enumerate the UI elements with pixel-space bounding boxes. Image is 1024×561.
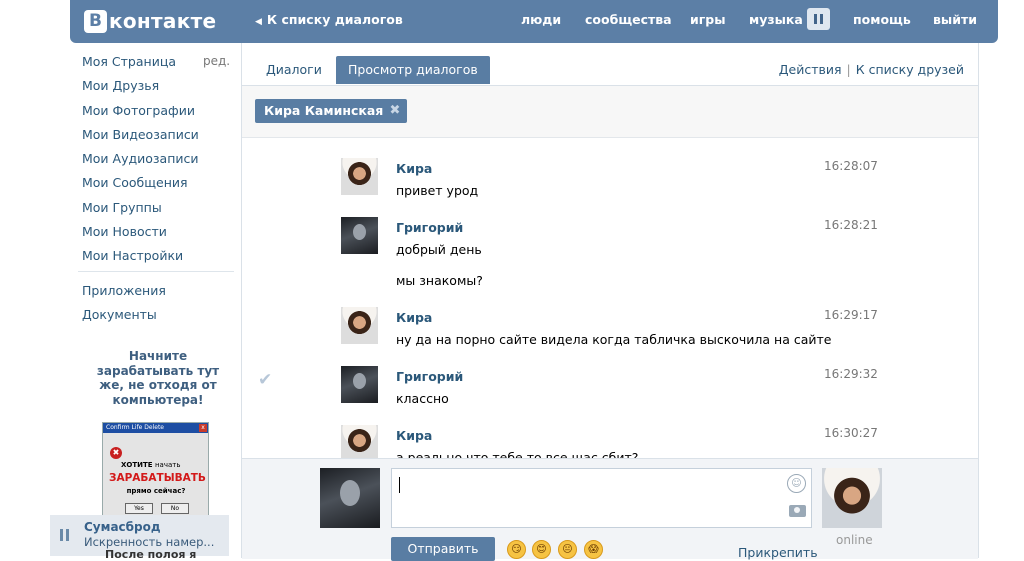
message-author[interactable]: Кира bbox=[396, 310, 432, 325]
message-time: 16:30:27 bbox=[824, 426, 878, 440]
error-icon: ✖ bbox=[110, 447, 122, 459]
wink-emoji-icon[interactable]: 😏 bbox=[507, 540, 526, 559]
sidebar-item-documents[interactable]: Документы bbox=[82, 305, 232, 329]
text-caret bbox=[399, 477, 400, 493]
sidebar-item-settings[interactable]: Мои Настройки bbox=[82, 246, 232, 270]
smile-emoji-icon[interactable]: 😊 bbox=[532, 540, 551, 559]
avatar[interactable] bbox=[341, 425, 378, 458]
tab-view-dialogs[interactable]: Просмотр диалогов bbox=[336, 56, 490, 84]
actions-bar: Действия | К списку друзей bbox=[779, 62, 964, 77]
message-time: 16:29:32 bbox=[824, 367, 878, 381]
sidebar-item-videos[interactable]: Мои Видеозаписи bbox=[82, 125, 232, 149]
peer-avatar[interactable] bbox=[822, 468, 882, 528]
pause-icon[interactable] bbox=[60, 529, 72, 544]
message-time: 16:28:07 bbox=[824, 159, 878, 173]
message-time: 16:28:21 bbox=[824, 218, 878, 232]
message-author[interactable]: Кира bbox=[396, 428, 432, 443]
message-author[interactable]: Григорий bbox=[396, 220, 463, 235]
nav-people[interactable]: люди bbox=[521, 12, 561, 27]
back-to-dialogs-link[interactable]: ◀ К списку диалогов bbox=[255, 12, 403, 27]
music-pause-button[interactable] bbox=[807, 8, 830, 30]
read-check-icon: ✔ bbox=[258, 370, 273, 390]
ad-line1: ХОТИТЕ начать bbox=[121, 461, 181, 469]
message-text: добрый день bbox=[396, 242, 482, 257]
ad-title[interactable]: Начните зарабатывать тут же, не отходя о… bbox=[90, 349, 226, 407]
close-icon: x bbox=[199, 424, 207, 432]
message-text: мы знакомы? bbox=[396, 273, 483, 288]
back-link-label: К списку диалогов bbox=[266, 12, 403, 27]
send-button[interactable]: Отправить bbox=[391, 537, 495, 561]
camera-icon[interactable] bbox=[789, 505, 806, 517]
sidebar-edit-link[interactable]: ред. bbox=[203, 54, 230, 68]
sidebar-item-news[interactable]: Мои Новости bbox=[82, 222, 232, 246]
compose-area: ☺ online Отправить 😏 😊 😐 😱 Прикрепить bbox=[242, 458, 978, 561]
actions-separator: | bbox=[846, 62, 851, 77]
peer-filter-chip[interactable]: Кира Каминская ✖ bbox=[255, 99, 408, 123]
pause-icon bbox=[814, 14, 817, 24]
player-track-title: Сумасброд bbox=[84, 520, 161, 534]
ad-line3: прямо сейчас? bbox=[126, 487, 186, 495]
sidebar-divider bbox=[78, 271, 234, 272]
logo-icon: В bbox=[84, 9, 107, 33]
ad-dialog-titlebar: Confirm Life Delete x bbox=[103, 423, 208, 433]
message-text: ну да на порно сайте видела когда таблич… bbox=[396, 332, 832, 347]
vk-logo[interactable]: В контакте bbox=[84, 8, 216, 34]
avatar[interactable] bbox=[341, 366, 378, 403]
peer-status: online bbox=[836, 533, 873, 547]
sidebar-item-friends[interactable]: Мои Друзья bbox=[82, 76, 232, 100]
message-history[interactable]: Кира 16:28:07 привет урод Григорий 16:28… bbox=[242, 138, 978, 458]
message-input[interactable]: ☺ bbox=[391, 468, 812, 528]
top-header: В контакте ◀ К списку диалогов люди сообщ… bbox=[70, 0, 998, 43]
sidebar-item-audio[interactable]: Мои Аудиозаписи bbox=[82, 149, 232, 173]
left-arrow-icon: ◀ bbox=[255, 17, 262, 27]
avatar[interactable] bbox=[341, 158, 378, 195]
ad-yes-button: Yes bbox=[125, 503, 153, 514]
close-icon[interactable]: ✖ bbox=[389, 99, 400, 123]
smile-icon[interactable]: ☺ bbox=[787, 474, 806, 493]
message-author[interactable]: Григорий bbox=[396, 369, 463, 384]
filter-row: Кира Каминская ✖ bbox=[242, 86, 978, 138]
message-text: привет урод bbox=[396, 183, 479, 198]
tab-dialogs[interactable]: Диалоги bbox=[254, 56, 334, 84]
message-text: а реально что тебе то все щас сбит? bbox=[396, 450, 639, 458]
scream-emoji-icon[interactable]: 😱 bbox=[584, 540, 603, 559]
sidebar-item-apps[interactable]: Приложения bbox=[82, 281, 232, 305]
player-track-artist: Искренность намер... bbox=[84, 535, 215, 549]
ad-more-text: После полоя я bbox=[105, 548, 197, 561]
sidebar-item-groups[interactable]: Мои Группы bbox=[82, 198, 232, 222]
ad-image[interactable]: Confirm Life Delete x ✖ ХОТИТЕ начать ЗАР… bbox=[102, 422, 209, 527]
message-time: 16:29:17 bbox=[824, 308, 878, 322]
logo-text: контакте bbox=[109, 9, 217, 33]
message-author[interactable]: Кира bbox=[396, 161, 432, 176]
tab-row: Диалоги Просмотр диалогов Действия | К спи… bbox=[242, 43, 978, 86]
sidebar-item-messages[interactable]: Мои Сообщения bbox=[82, 173, 232, 197]
dialog-panel: Диалоги Просмотр диалогов Действия | К спи… bbox=[241, 43, 979, 561]
my-avatar[interactable] bbox=[320, 468, 380, 528]
neutral-emoji-icon[interactable]: 😐 bbox=[558, 540, 577, 559]
actions-link[interactable]: Действия bbox=[779, 62, 842, 77]
friends-list-link[interactable]: К списку друзей bbox=[856, 62, 964, 77]
nav-communities[interactable]: сообщества bbox=[585, 12, 672, 27]
avatar[interactable] bbox=[341, 217, 378, 254]
sidebar-item-photos[interactable]: Мои Фотографии bbox=[82, 101, 232, 125]
nav-games[interactable]: игры bbox=[690, 12, 726, 27]
chip-label: Кира Каминская bbox=[264, 103, 384, 118]
ad-no-button: No bbox=[161, 503, 189, 514]
nav-music[interactable]: музыка bbox=[749, 12, 803, 27]
nav-help[interactable]: помощь bbox=[853, 12, 911, 27]
message-text: классно bbox=[396, 391, 449, 406]
avatar[interactable] bbox=[341, 307, 378, 344]
left-sidebar: Моя Страница Мои Друзья Мои Фотографии М… bbox=[82, 52, 232, 329]
nav-logout[interactable]: выйти bbox=[933, 12, 977, 27]
ad-line2: ЗАРАБАТЫВАТЬ bbox=[109, 472, 206, 484]
